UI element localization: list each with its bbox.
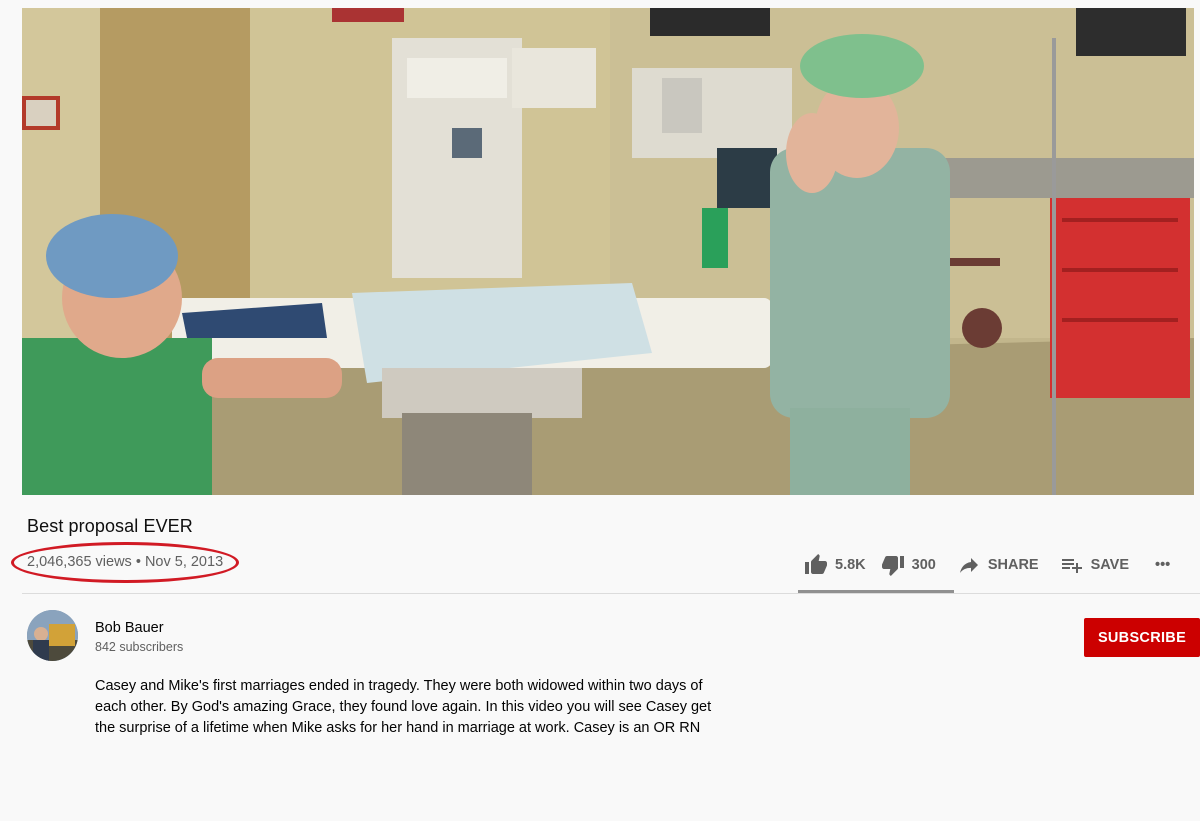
more-actions-button[interactable]: •••: [1155, 557, 1170, 573]
watch-page: Best proposal EVER 2,046,365 views • Nov…: [0, 0, 1200, 821]
subscribe-button[interactable]: SUBSCRIBE: [1084, 618, 1200, 657]
description-line: the surprise of a lifetime when Mike ask…: [95, 720, 701, 736]
thumbs-up-icon: [805, 554, 827, 574]
video-title: Best proposal EVER: [27, 516, 193, 536]
save-button[interactable]: SAVE: [1059, 553, 1129, 577]
playlist-add-icon: [1061, 559, 1082, 573]
channel-name[interactable]: Bob Bauer: [95, 620, 164, 636]
highlight-ellipse: [11, 542, 239, 583]
share-arrow-icon: [959, 558, 978, 573]
divider: [22, 593, 1200, 594]
save-label: SAVE: [1090, 557, 1130, 573]
description-line: Casey and Mike's first marriages ended i…: [95, 678, 703, 694]
share-button[interactable]: SHARE: [956, 553, 1039, 577]
like-button[interactable]: 5.8K: [803, 553, 866, 577]
more-horiz-icon: •••: [1155, 557, 1171, 573]
dislike-count: 300: [911, 557, 936, 573]
video-frame: [22, 8, 1194, 495]
dislike-button[interactable]: 300: [880, 553, 936, 577]
avatar-image: [27, 610, 78, 661]
like-count: 5.8K: [835, 557, 866, 573]
video-player[interactable]: [22, 8, 1194, 495]
video-description: Casey and Mike's first marriages ended i…: [95, 676, 755, 739]
channel-avatar[interactable]: [27, 610, 78, 661]
description-line: each other. By God's amazing Grace, they…: [95, 699, 712, 715]
thumbs-down-icon: [881, 556, 904, 576]
share-label: SHARE: [987, 557, 1039, 573]
subscriber-count: 842 subscribers: [95, 640, 184, 654]
video-actions: 5.8K 300 SHARE SAVE •••: [798, 548, 1190, 582]
